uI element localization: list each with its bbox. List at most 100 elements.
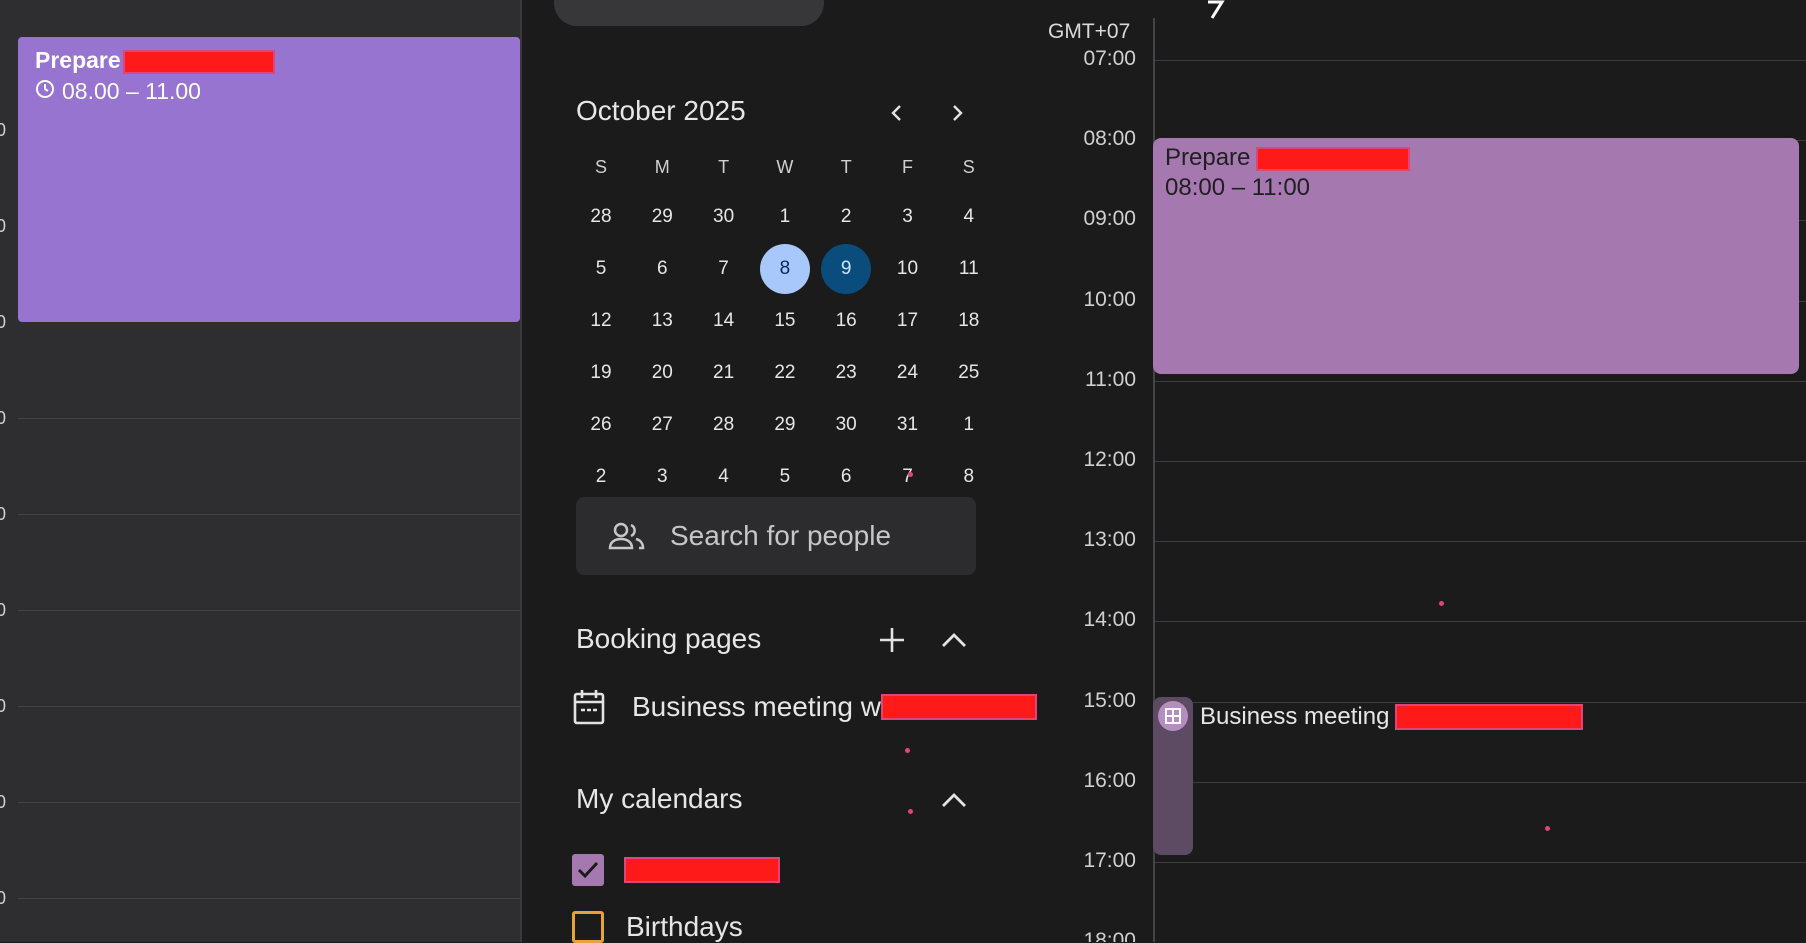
- calendar-day[interactable]: 28: [699, 400, 749, 450]
- calendar-day[interactable]: 26: [576, 400, 626, 450]
- calendar-day[interactable]: 19: [576, 348, 626, 398]
- calendar-day[interactable]: 18: [944, 296, 994, 346]
- calendar-day[interactable]: 30: [699, 192, 749, 242]
- calendar-checkbox-checked[interactable]: [572, 854, 604, 886]
- calendar-day[interactable]: 12: [576, 296, 626, 346]
- collapse-my-calendars-button[interactable]: [934, 780, 974, 820]
- booking-event-block[interactable]: [1153, 697, 1193, 855]
- hour-gridline: [1155, 380, 1806, 382]
- calendar-day[interactable]: 9: [821, 244, 872, 294]
- chevron-right-icon: [953, 105, 963, 121]
- redacted-text: [1256, 146, 1411, 171]
- calendar-day[interactable]: 27: [637, 400, 687, 450]
- redacted-text: [624, 857, 780, 883]
- calendar-item-personal[interactable]: [572, 854, 780, 886]
- hour-label: 09:00: [1083, 207, 1136, 231]
- calendar-day[interactable]: 10: [883, 244, 933, 294]
- collapse-booking-pages-button[interactable]: [934, 620, 974, 660]
- calendar-day[interactable]: 14: [699, 296, 749, 346]
- booking-pages-heading: Booking pages: [576, 623, 762, 654]
- calendar-day[interactable]: 15: [760, 296, 810, 346]
- prev-month-button[interactable]: [882, 98, 912, 128]
- redacted-text: [1395, 704, 1584, 730]
- calendar-day[interactable]: 6: [821, 452, 871, 502]
- calendar-day[interactable]: 25: [944, 348, 994, 398]
- weekday-header: W: [776, 156, 794, 177]
- people-icon: [608, 522, 645, 550]
- calendar-day[interactable]: 4: [944, 192, 994, 242]
- calendar-day[interactable]: 29: [637, 192, 687, 242]
- weekday-header: T: [840, 156, 852, 177]
- calendar-day[interactable]: 1: [944, 400, 994, 450]
- calendar-item-birthdays[interactable]: Birthdays: [572, 911, 743, 943]
- event-title: Prepare: [1165, 144, 1251, 171]
- event-block[interactable]: Prepare 08:00 – 11:00: [1153, 138, 1799, 374]
- calendar-day[interactable]: 29: [760, 400, 810, 450]
- calendar-label: Birthdays: [626, 911, 743, 942]
- calendar-icon: [573, 690, 605, 725]
- calendar-day[interactable]: 2: [821, 192, 871, 242]
- calendar-day[interactable]: 7: [699, 244, 749, 294]
- check-icon: [577, 861, 599, 879]
- calendar-day[interactable]: 11: [944, 244, 994, 294]
- calendar-day[interactable]: 8: [759, 244, 810, 294]
- calendar-day[interactable]: 3: [637, 452, 687, 502]
- hour-label: 15:00: [1083, 688, 1136, 712]
- hour-label: 08:00: [1083, 127, 1136, 151]
- calendar-day[interactable]: 13: [637, 296, 687, 346]
- calendar-day[interactable]: 28: [576, 192, 626, 242]
- booking-event-label[interactable]: Business meeting: [1200, 703, 1584, 731]
- hour-label: 17:00: [1083, 849, 1136, 872]
- calendar-day[interactable]: 4: [699, 452, 749, 502]
- calendar-day[interactable]: 24: [883, 348, 933, 398]
- event-time: 08.00 – 11.00: [62, 78, 201, 104]
- calendar-day[interactable]: 16: [821, 296, 871, 346]
- redacted-text: [881, 694, 1038, 720]
- booking-page-item[interactable]: Business meeting w: [572, 688, 1038, 726]
- sidebar: October 2025 S M T W T F S 28 29 30 1 2 3 4 5 6 7 8 9 10 11 1…: [522, 0, 1042, 943]
- calendar-day[interactable]: 3: [883, 192, 933, 242]
- cursor-icon: [1208, 0, 1225, 19]
- previous-day-view: 0 0 0 0 0 0 0 0 0 Prepare 08.00 – 11.00: [0, 0, 522, 942]
- calendar-day[interactable]: 2: [576, 452, 626, 502]
- next-month-button[interactable]: [942, 98, 972, 128]
- redacted-text: [122, 49, 275, 74]
- calendar-day[interactable]: 7: [883, 452, 933, 502]
- event-title: Prepare: [35, 47, 121, 73]
- hour-label: 11:00: [1085, 367, 1136, 391]
- calendar-day[interactable]: 21: [699, 348, 749, 398]
- add-booking-page-button[interactable]: [872, 620, 912, 660]
- calendar-day[interactable]: 23: [821, 348, 871, 398]
- calendar-day[interactable]: 30: [821, 400, 871, 450]
- search-people-input[interactable]: Search for people: [576, 497, 976, 575]
- calendar-day[interactable]: 17: [883, 296, 933, 346]
- hour-label: 07:00: [1083, 47, 1136, 70]
- calendar-day[interactable]: 1: [760, 192, 810, 242]
- calendar-checkbox-unchecked[interactable]: [572, 911, 604, 943]
- weekday-header: S: [962, 156, 975, 177]
- hour-gridline: [1155, 541, 1806, 543]
- hour-gridline: [1155, 621, 1806, 623]
- hour-gridline: [1155, 781, 1806, 783]
- hour-label: 10:00: [1083, 287, 1136, 311]
- clock-icon: [35, 78, 55, 105]
- event-time: 08:00 – 11:00: [1165, 174, 1311, 201]
- booking-grid-icon: [1158, 701, 1188, 731]
- calendar-day[interactable]: 5: [760, 452, 810, 502]
- calendar-day[interactable]: 6: [637, 244, 687, 294]
- calendar-day[interactable]: 8: [944, 452, 994, 502]
- day-view: GMT+07 07:00 08:00 09:00 10:00 11:00 12:00 13:…: [1042, 0, 1806, 942]
- event-block[interactable]: Prepare 08.00 – 11.00: [18, 37, 520, 322]
- hour-label: 12:00: [1083, 448, 1136, 471]
- create-button[interactable]: [554, 0, 824, 26]
- search-placeholder: Search for people: [670, 520, 892, 551]
- calendar-day[interactable]: 5: [576, 244, 626, 294]
- chevron-up-icon: [942, 633, 966, 647]
- hour-gridline: [1155, 60, 1806, 61]
- hour-gridline: [1155, 862, 1806, 863]
- calendar-day[interactable]: 31: [883, 400, 933, 450]
- timezone-label: GMT+07: [1048, 20, 1131, 43]
- calendar-day[interactable]: 20: [637, 348, 687, 398]
- calendar-day[interactable]: 22: [760, 348, 810, 398]
- mini-calendar-month: October 2025: [576, 95, 746, 126]
